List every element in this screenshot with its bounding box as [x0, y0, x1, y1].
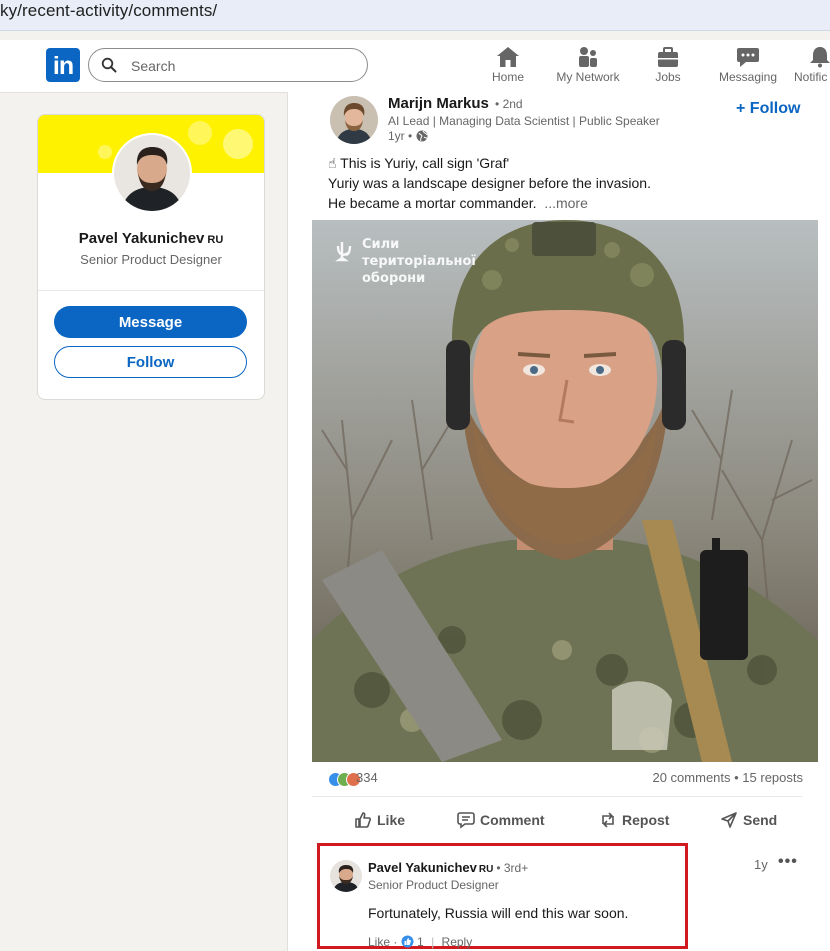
post-image[interactable]: Сили територіальної оборони [312, 220, 818, 762]
post-time: 1yr • [388, 129, 428, 143]
see-more-link[interactable]: ...more [544, 195, 588, 211]
comment-actions: Like · 1 | Reply [368, 935, 472, 949]
nav-home[interactable]: Home [488, 46, 528, 88]
comment-reply-button[interactable]: Reply [442, 935, 473, 949]
send-button-label: Send [743, 812, 778, 828]
highlighted-comment: Pavel Yakunichev RU • 3rd+ Senior Product … [317, 843, 688, 949]
post-author-avatar[interactable] [330, 96, 378, 144]
comment-author-headline: Senior Product Designer [368, 878, 499, 892]
profile-title: Senior Product Designer [80, 252, 222, 267]
send-icon [721, 812, 737, 828]
top-navigation: in Home My Network Jobs Messagi [0, 40, 830, 93]
profile-country-tag: RU [207, 234, 224, 246]
repost-button-label: Repost [622, 812, 670, 828]
post-text-line-3: He became a mortar commander. ...more [328, 193, 808, 213]
post-author-name-text: Marijn Markus [388, 95, 489, 112]
repost-icon [602, 812, 614, 828]
linkedin-logo[interactable]: in [46, 48, 80, 82]
nav-home-label: Home [491, 70, 524, 84]
search-input[interactable] [129, 55, 353, 77]
comments-reposts-count[interactable]: 20 comments • 15 reposts [652, 770, 803, 785]
comment-icon [457, 812, 475, 829]
nav-jobs-label: Jobs [655, 70, 681, 84]
browser-address-bar[interactable]: ky/recent-activity/comments/ [0, 0, 830, 31]
nav-messaging-label: Messaging [718, 70, 778, 84]
comment-author-degree: • 3rd+ [496, 861, 529, 875]
post-time-text: 1yr • [388, 129, 413, 143]
comment-author-name-text: Pavel Yakunichev [368, 860, 477, 875]
nav-messaging[interactable]: Messaging [716, 46, 780, 88]
nav-notifications[interactable]: Notific [794, 46, 830, 88]
comment-button-label: Comment [480, 812, 545, 828]
profile-divider [38, 290, 264, 291]
network-icon [579, 47, 597, 67]
url-text[interactable]: ky/recent-activity/comments/ [0, 1, 217, 21]
profile-avatar[interactable] [112, 133, 192, 213]
search-bar[interactable] [88, 48, 368, 82]
nav-notifications-label: Notific [794, 70, 828, 84]
post-text-line-1: ☝ This is Yuriy, call sign 'Graf' [328, 155, 510, 171]
send-button[interactable]: Send [720, 808, 777, 832]
comment-author-name[interactable]: Pavel Yakunichev RU • 3rd+ [368, 860, 528, 875]
like-button[interactable]: Like [354, 808, 405, 832]
repost-button[interactable]: Repost [599, 808, 669, 832]
image-watermark-text: Сили територіальної оборони [362, 237, 476, 286]
like-reaction-icon [401, 935, 414, 948]
actions-divider [312, 796, 802, 797]
globe-icon [416, 130, 428, 142]
profile-name-text: Pavel Yakunichev [78, 230, 205, 247]
post-text: ☝ This is Yuriy, call sign 'Graf' Yuriy … [328, 153, 808, 213]
comment-time: 1y [754, 857, 768, 872]
search-icon [101, 57, 117, 73]
reactions-count[interactable]: 334 [356, 770, 378, 785]
post-author-name[interactable]: Marijn Markus • 2nd [388, 95, 523, 112]
comment-like-count[interactable]: 1 [417, 935, 424, 949]
briefcase-icon [658, 47, 678, 67]
like-button-label: Like [377, 812, 406, 828]
post-follow-link[interactable]: + Follow [736, 100, 800, 118]
comment-author-avatar[interactable] [330, 860, 362, 892]
profile-card: Pavel Yakunichev RU Senior Product Design… [37, 114, 265, 400]
comment-separator-2: | [431, 935, 435, 949]
nav-my-network-label: My Network [556, 70, 620, 84]
post-text-line-2: Yuriy was a landscape designer before th… [328, 175, 651, 191]
comment-like-button[interactable]: Like [368, 935, 390, 949]
comment-button[interactable]: Comment [457, 808, 545, 832]
comment-separator: · [393, 935, 401, 949]
post-text-line-3-text: He became a mortar commander. [328, 195, 537, 211]
feed-post: Marijn Markus • 2nd AI Lead | Managing D… [287, 92, 830, 951]
home-icon [497, 47, 519, 67]
thumbs-up-icon [355, 812, 371, 828]
comment-country-tag: RU [478, 864, 494, 875]
nav-jobs[interactable]: Jobs [648, 46, 688, 88]
social-counts: 334 20 comments • 15 reposts [328, 770, 803, 790]
post-author-headline: AI Lead | Managing Data Scientist | Publ… [388, 114, 660, 128]
post-author-degree: • 2nd [495, 97, 523, 111]
messaging-icon [737, 48, 759, 67]
nav-my-network[interactable]: My Network [553, 46, 623, 88]
bell-icon [810, 47, 830, 68]
follow-profile-button[interactable]: Follow [54, 346, 247, 378]
profile-name[interactable]: Pavel Yakunichev RU [38, 230, 264, 247]
comment-more-options[interactable]: ••• [778, 853, 798, 871]
message-button[interactable]: Message [54, 306, 247, 338]
comment-text: Fortunately, Russia will end this war so… [368, 905, 629, 921]
